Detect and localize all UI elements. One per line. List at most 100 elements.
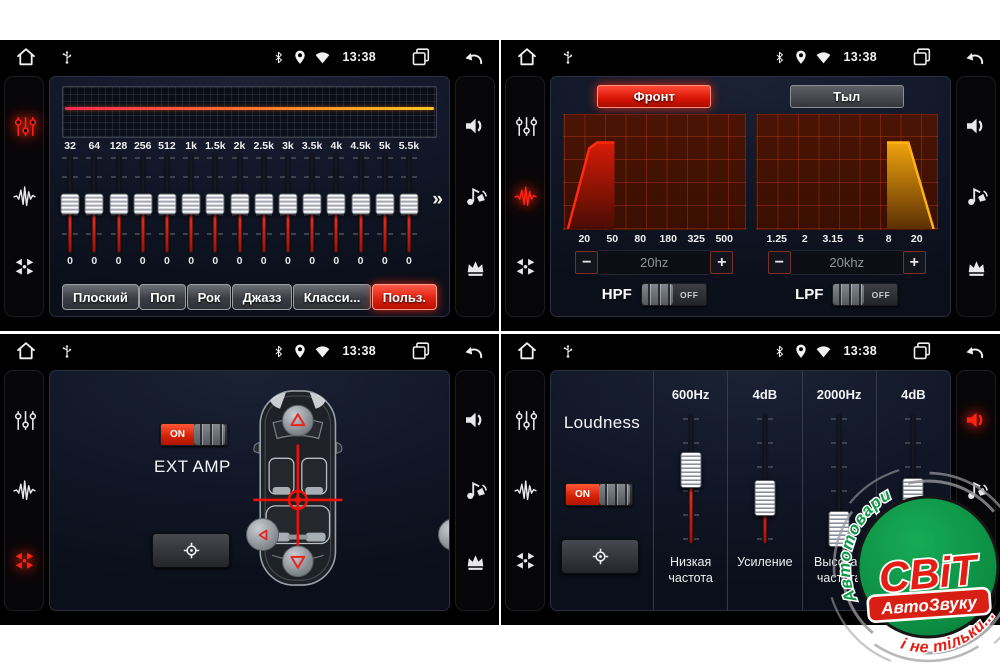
slider-knob[interactable] xyxy=(903,478,924,514)
loudness-slider[interactable] xyxy=(901,415,925,545)
hpf-value: 20hz xyxy=(598,250,710,275)
center-reset-button[interactable] xyxy=(152,533,230,568)
slider-knob[interactable] xyxy=(109,194,128,215)
subwoofer-nav-icon[interactable] xyxy=(460,475,490,505)
subwoofer-nav-icon[interactable] xyxy=(961,181,991,211)
slider-knob[interactable] xyxy=(829,511,850,547)
recents-button[interactable] xyxy=(410,46,432,68)
slider-knob[interactable] xyxy=(133,194,152,215)
slider-knob[interactable] xyxy=(399,194,418,215)
balance-right-button[interactable] xyxy=(438,518,450,551)
effects-nav-icon[interactable] xyxy=(9,181,39,211)
band-slider[interactable] xyxy=(133,154,153,254)
tab-front[interactable]: Фронт xyxy=(597,85,711,108)
preset-jazz-button[interactable]: Джазз xyxy=(232,284,293,310)
more-bands-button[interactable]: » xyxy=(432,189,443,211)
slider-knob[interactable] xyxy=(680,452,701,488)
slider-knob[interactable] xyxy=(278,194,297,215)
preset-rock-button[interactable]: Рок xyxy=(187,284,232,310)
slider-label: Высокая частота xyxy=(802,555,876,586)
back-button[interactable] xyxy=(462,343,485,360)
home-button[interactable] xyxy=(14,45,38,69)
effects-nav-icon[interactable] xyxy=(510,181,540,211)
band-slider[interactable] xyxy=(326,154,346,254)
subwoofer-nav-icon[interactable] xyxy=(961,475,991,505)
slider-knob[interactable] xyxy=(303,194,322,215)
slider-knob[interactable] xyxy=(61,194,80,215)
home-button[interactable] xyxy=(515,45,539,69)
band-slider[interactable] xyxy=(84,154,104,254)
slider-knob[interactable] xyxy=(157,194,176,215)
band-slider[interactable] xyxy=(399,154,419,254)
balance-nav-icon[interactable] xyxy=(9,546,39,576)
hpf-minus-button[interactable]: − xyxy=(575,251,598,274)
hpf-plus-button[interactable]: + xyxy=(710,251,733,274)
crown-nav-icon[interactable] xyxy=(961,546,991,576)
equalizer-nav-icon[interactable] xyxy=(9,405,39,435)
center-reset-button[interactable] xyxy=(561,539,639,574)
slider-header: 2000Hz xyxy=(817,387,862,403)
volume-nav-icon[interactable] xyxy=(961,405,991,435)
lpf-plus-button[interactable]: + xyxy=(903,251,926,274)
home-button[interactable] xyxy=(14,339,38,363)
slider-knob[interactable] xyxy=(327,194,346,215)
balance-nav-icon[interactable] xyxy=(9,252,39,282)
back-button[interactable] xyxy=(963,49,986,66)
volume-nav-icon[interactable] xyxy=(460,405,490,435)
band-slider[interactable] xyxy=(109,154,129,254)
hpf-toggle[interactable]: OFF xyxy=(641,283,707,306)
equalizer-nav-icon[interactable] xyxy=(510,405,540,435)
ext-amp-toggle[interactable]: ON xyxy=(160,423,228,446)
effects-nav-icon[interactable] xyxy=(510,475,540,505)
back-button[interactable] xyxy=(462,49,485,66)
back-button[interactable] xyxy=(963,343,986,360)
band-slider[interactable] xyxy=(60,154,80,254)
lpf-minus-button[interactable]: − xyxy=(768,251,791,274)
recents-button[interactable] xyxy=(911,46,933,68)
preset-pop-button[interactable]: Поп xyxy=(139,284,186,310)
home-button[interactable] xyxy=(515,339,539,363)
slider-knob[interactable] xyxy=(182,194,201,215)
volume-nav-icon[interactable] xyxy=(460,111,490,141)
balance-left-button[interactable] xyxy=(246,518,279,551)
tab-rear[interactable]: Тыл xyxy=(790,85,904,108)
band-slider[interactable] xyxy=(205,154,225,254)
slider-knob[interactable] xyxy=(254,194,273,215)
recents-button[interactable] xyxy=(410,340,432,362)
equalizer-nav-icon[interactable] xyxy=(9,111,39,141)
crown-nav-icon[interactable] xyxy=(460,546,490,576)
equalizer-nav-icon[interactable] xyxy=(510,111,540,141)
hpf-freq-ticks: 205080180325500 xyxy=(570,233,738,245)
crown-nav-icon[interactable] xyxy=(460,252,490,282)
slider-knob[interactable] xyxy=(230,194,249,215)
slider-knob[interactable] xyxy=(206,194,225,215)
band-slider[interactable] xyxy=(181,154,201,254)
band-slider[interactable] xyxy=(302,154,322,254)
loudness-slider[interactable] xyxy=(827,415,851,545)
preset-flat-button[interactable]: Плоский xyxy=(62,284,139,310)
slider-knob[interactable] xyxy=(375,194,394,215)
loudness-toggle[interactable]: ON xyxy=(565,483,633,506)
slider-knob[interactable] xyxy=(85,194,104,215)
volume-nav-icon[interactable] xyxy=(961,111,991,141)
band-slider[interactable] xyxy=(351,154,371,254)
loudness-slider[interactable] xyxy=(679,415,703,545)
crown-nav-icon[interactable] xyxy=(961,252,991,282)
subwoofer-nav-icon[interactable] xyxy=(460,181,490,211)
band-slider[interactable] xyxy=(230,154,250,254)
balance-nav-icon[interactable] xyxy=(510,546,540,576)
band-freq: 5.5k xyxy=(399,139,419,154)
slider-knob[interactable] xyxy=(754,480,775,516)
balance-nav-icon[interactable] xyxy=(510,252,540,282)
preset-classic-button[interactable]: Класси... xyxy=(293,284,372,310)
recents-button[interactable] xyxy=(911,340,933,362)
slider-knob[interactable] xyxy=(351,194,370,215)
loudness-slider[interactable] xyxy=(753,415,777,545)
band-slider[interactable] xyxy=(157,154,177,254)
lpf-toggle[interactable]: OFF xyxy=(832,283,898,306)
band-slider[interactable] xyxy=(254,154,274,254)
preset-custom-button[interactable]: Польз. xyxy=(372,284,437,310)
band-slider[interactable] xyxy=(375,154,395,254)
band-slider[interactable] xyxy=(278,154,298,254)
effects-nav-icon[interactable] xyxy=(9,475,39,505)
